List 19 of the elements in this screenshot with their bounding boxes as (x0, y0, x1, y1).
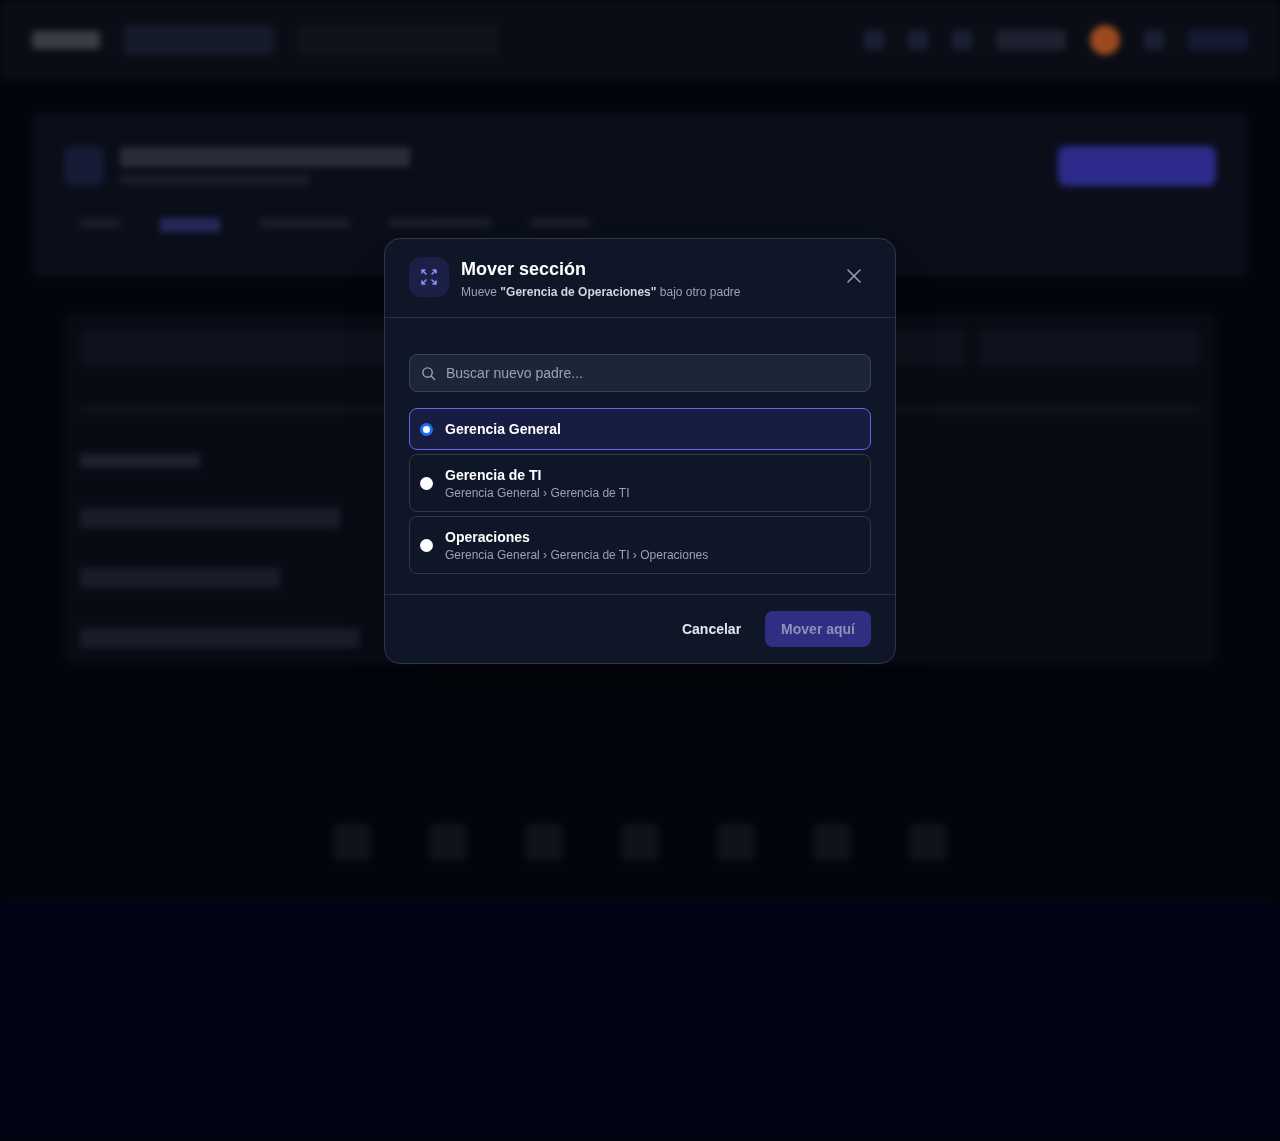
option-path: Gerencia General › Gerencia de TI › Operaciones (445, 547, 709, 563)
dialog-title: Mover sección (461, 258, 588, 281)
search-icon (421, 366, 436, 381)
option-label: Gerencia de TI (445, 466, 543, 485)
parent-option[interactable]: Operaciones Gerencia General › Gerencia de TI › Operaciones (409, 516, 871, 574)
cancel-button[interactable]: Cancelar (681, 618, 742, 640)
move-arrows-icon (409, 257, 449, 297)
search-field[interactable]: Buscar nuevo padre... (409, 354, 871, 392)
dialog-subtitle: Mueve "Gerencia de Operaciones" bajo otro padre (461, 284, 742, 301)
move-here-button[interactable]: Mover aquí (765, 611, 871, 647)
radio-button[interactable] (420, 422, 433, 436)
parent-option[interactable]: Gerencia General (409, 408, 871, 450)
option-path: Gerencia General › Gerencia de TI (445, 485, 630, 501)
option-label: Operaciones (445, 528, 531, 547)
option-label: Gerencia General (445, 420, 561, 439)
close-icon[interactable] (845, 267, 863, 285)
radio-button[interactable] (420, 476, 433, 490)
radio-button[interactable] (420, 538, 433, 552)
parent-option[interactable]: Gerencia de TI Gerencia General › Gerencia de TI (409, 454, 871, 512)
